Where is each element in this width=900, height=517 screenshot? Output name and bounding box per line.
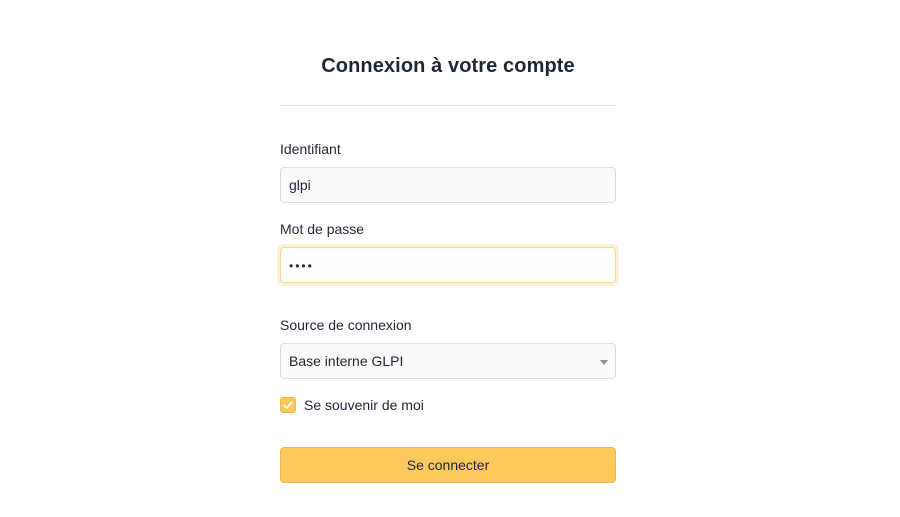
login-label: Identifiant xyxy=(280,141,341,157)
password-label: Mot de passe xyxy=(280,221,365,237)
login-input[interactable]: glpi xyxy=(280,167,616,203)
check-icon xyxy=(283,401,293,409)
login-page: Connexion à votre compte Identifiant glp… xyxy=(0,0,900,517)
remember-me-checkbox[interactable] xyxy=(280,397,296,413)
password-input-value: •••• xyxy=(289,259,314,273)
login-input-value: glpi xyxy=(289,177,311,193)
chevron-down-icon xyxy=(600,360,608,365)
submit-button[interactable]: Se connecter xyxy=(280,447,616,483)
password-input[interactable]: •••• xyxy=(280,247,616,283)
auth-source-select[interactable]: Base interne GLPI xyxy=(280,343,616,379)
title-divider xyxy=(280,105,616,106)
page-title: Connexion à votre compte xyxy=(321,55,575,77)
auth-source-label: Source de connexion xyxy=(280,317,412,333)
remember-me-row[interactable]: Se souvenir de moi xyxy=(280,396,424,414)
remember-me-label: Se souvenir de moi xyxy=(304,397,424,413)
auth-source-selected-value: Base interne GLPI xyxy=(289,353,404,369)
